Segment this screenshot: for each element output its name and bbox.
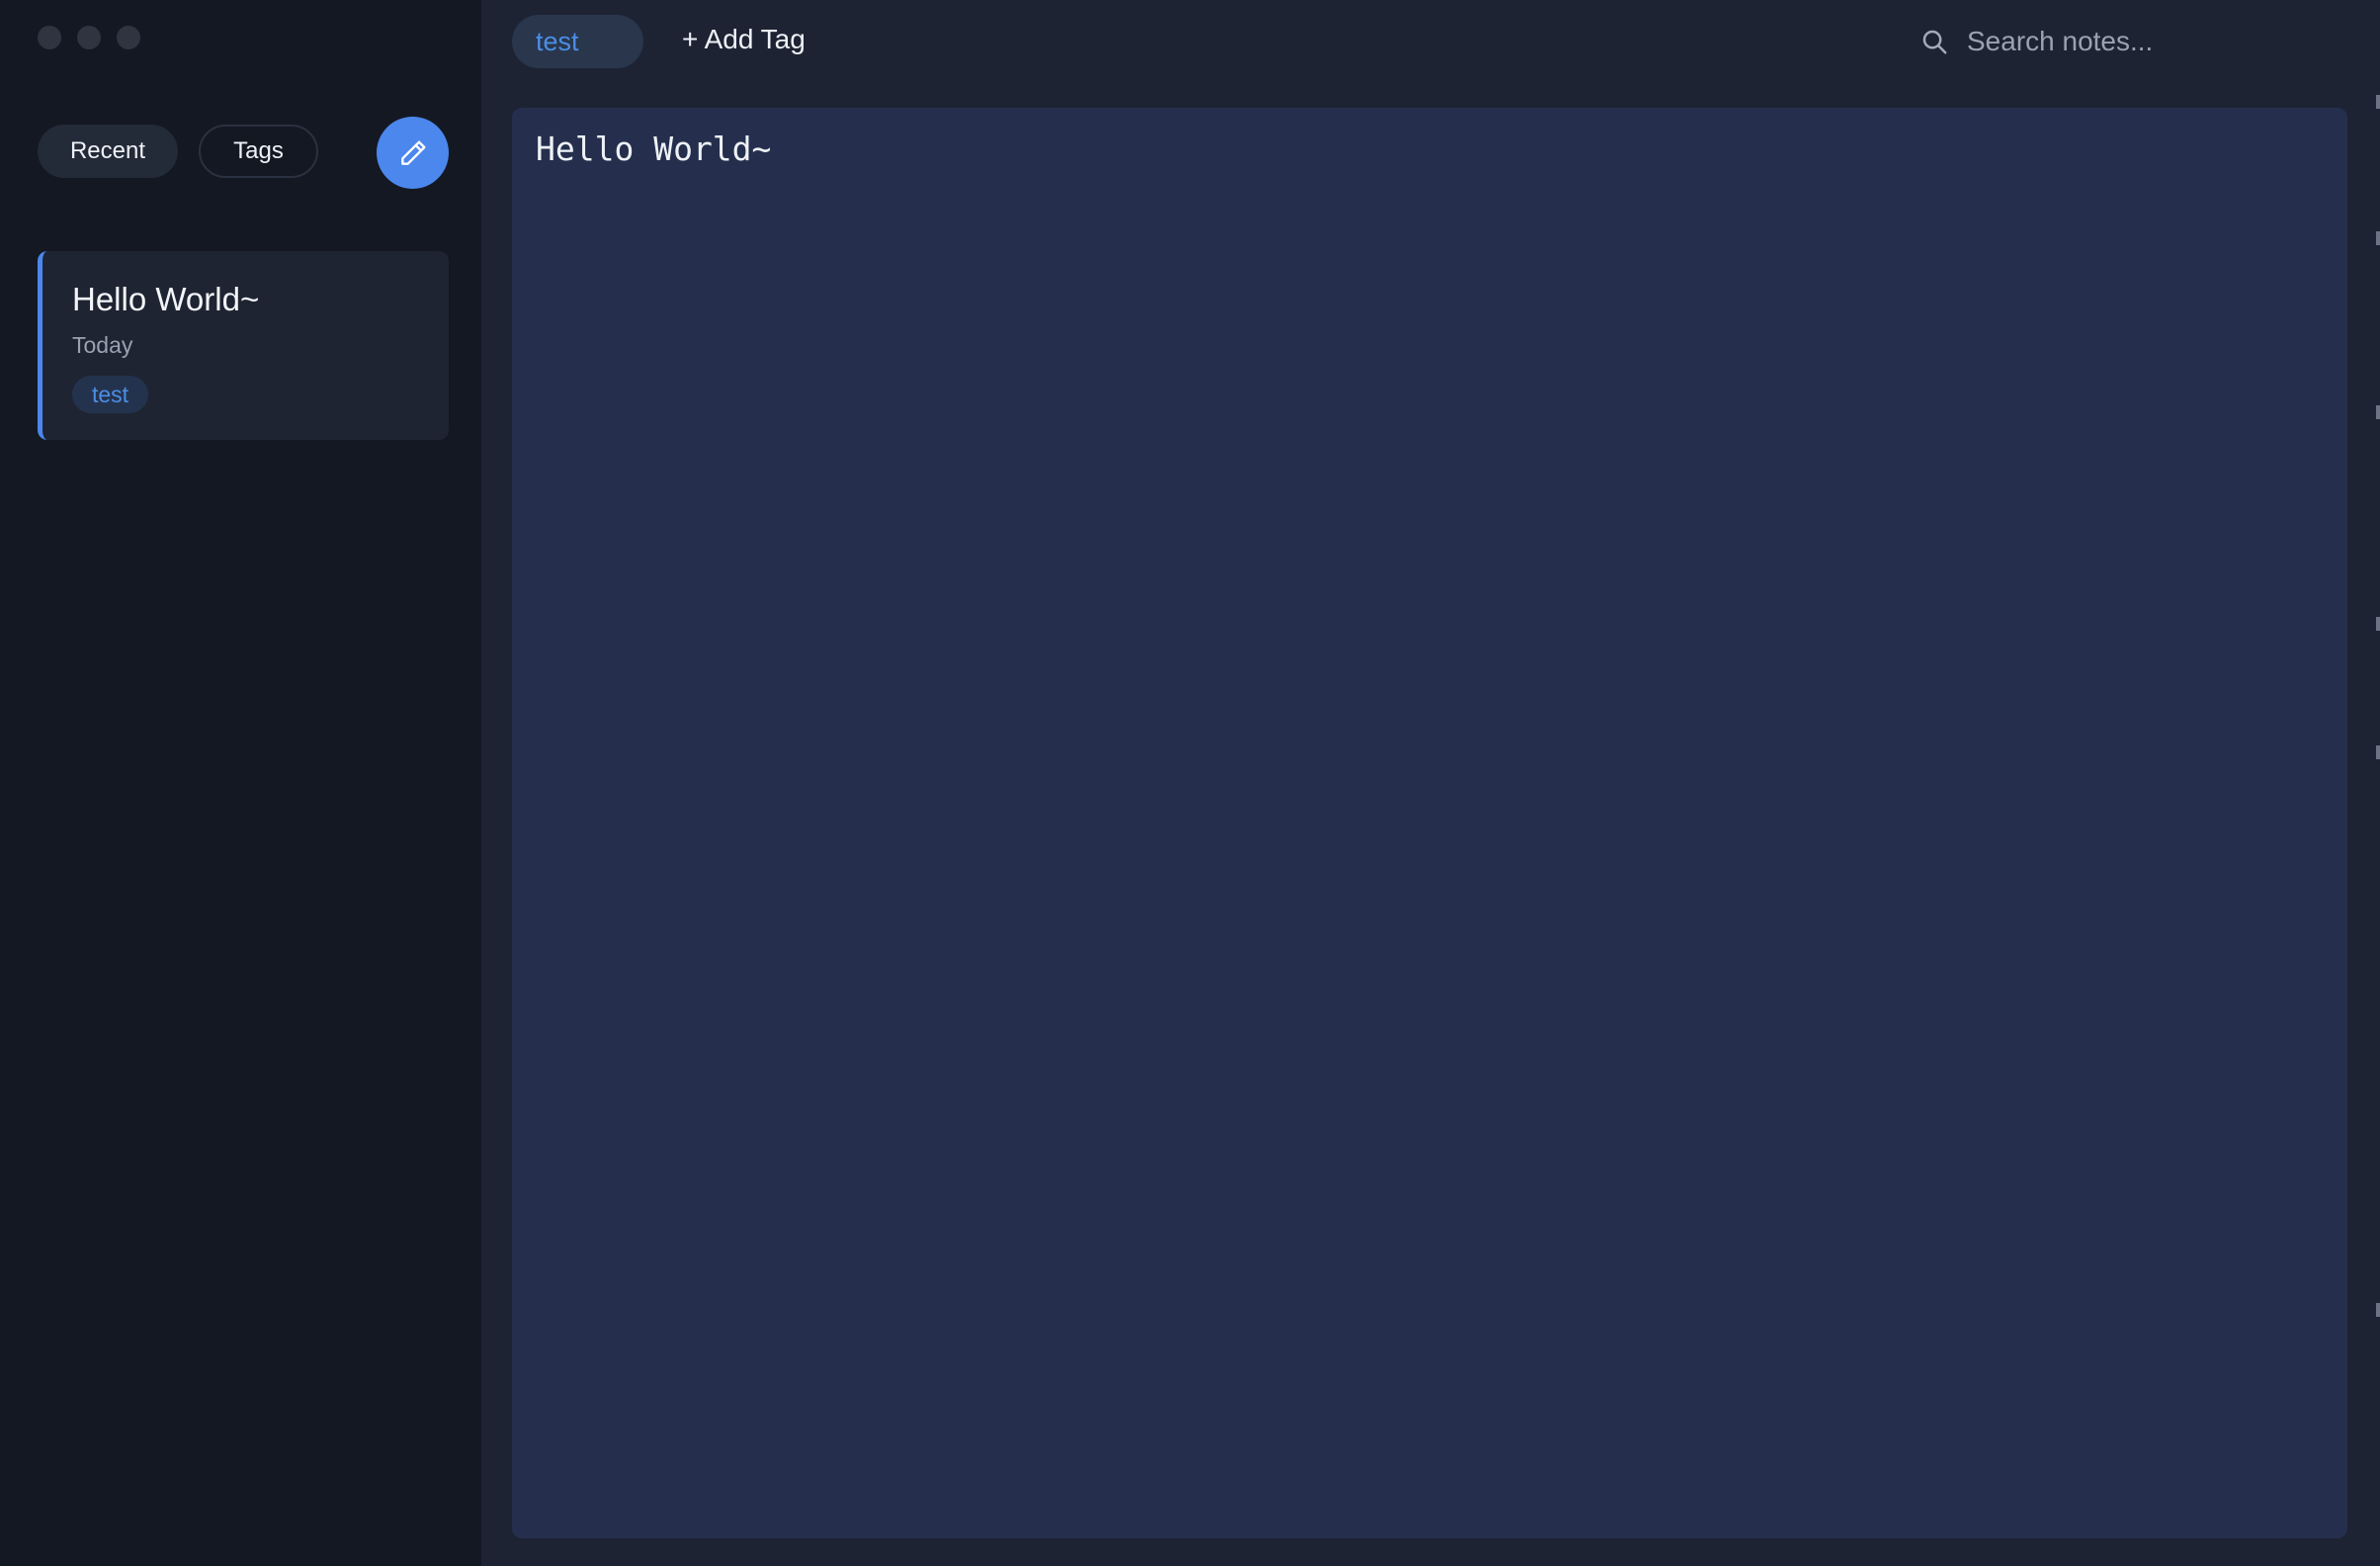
main-panel: test + Add Tag Hello World~ [481,0,2380,1566]
search-input[interactable] [1967,26,2323,57]
search-bar [1919,14,2335,69]
note-editor[interactable]: Hello World~ [512,108,2347,1538]
active-tag-label: test [536,26,579,56]
notes-app-window: Recent Tags Hello World~ Today test test… [0,0,2380,1566]
edge-marker [2376,1303,2380,1317]
new-note-button[interactable] [377,117,449,189]
editor-content: Hello World~ [536,130,772,168]
edge-marker [2376,405,2380,419]
recent-filter-button[interactable]: Recent [38,125,178,178]
add-tag-button[interactable]: + Add Tag [682,24,806,55]
edge-marker [2376,231,2380,245]
tags-filter-label: Tags [233,137,284,164]
note-date: Today [72,332,133,358]
right-edge-scroll-markers [2374,0,2380,1566]
edge-marker [2376,95,2380,109]
search-icon [1922,30,1947,54]
zoom-window-button[interactable] [117,26,140,49]
edge-marker [2376,617,2380,631]
recent-filter-label: Recent [69,137,146,164]
minimize-window-button[interactable] [77,26,101,49]
close-window-button[interactable] [38,26,61,49]
note-tag-badge: test [72,376,149,413]
pencil-icon [400,139,426,165]
note-list-item[interactable]: Hello World~ Today test [38,251,449,440]
window-controls [38,26,140,49]
sidebar: Recent Tags Hello World~ Today test [0,0,481,1566]
note-title: Hello World~ [72,281,260,317]
edge-marker [2376,745,2380,759]
tags-filter-button[interactable]: Tags [199,125,318,178]
active-tag-chip[interactable]: test [512,15,643,68]
